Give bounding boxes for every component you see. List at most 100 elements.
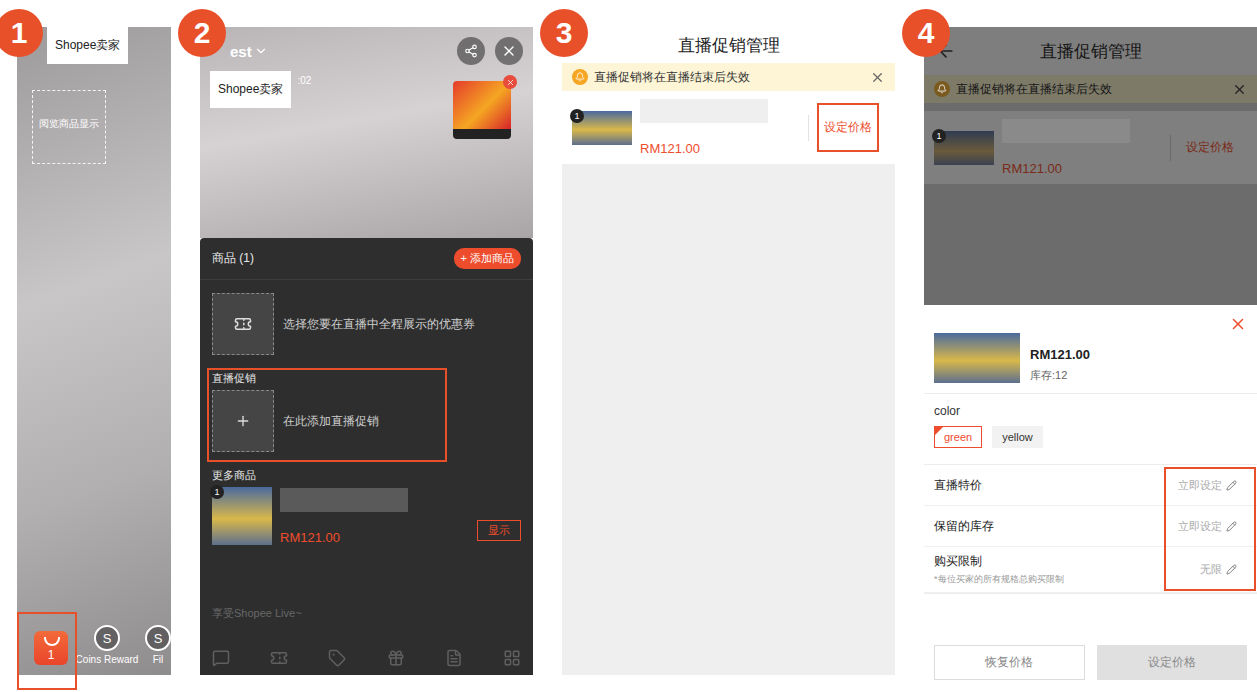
sheet-button[interactable]: 设定价格	[1097, 645, 1248, 680]
product-thumbnail: 1	[572, 111, 632, 145]
product-stock: 库存:12	[1030, 368, 1090, 383]
product-row: 1 RM121.00 显示	[200, 487, 533, 545]
step-panel: 1Shopee卖家阅览商品显示1SCoins RewardSFil	[17, 27, 171, 675]
footer-hint: 享受Shopee Live~	[212, 606, 521, 621]
brand-label: Shopee卖家	[210, 71, 291, 108]
tutorial-steps: 1Shopee卖家阅览商品显示1SCoins RewardSFil2estSho…	[0, 0, 1257, 692]
field-row[interactable]: 直播特价 立即设定	[924, 465, 1257, 506]
product-price: RM121.00	[1030, 347, 1090, 362]
set-price-link[interactable]: 设定价格	[1179, 123, 1241, 172]
option-chip[interactable]: green	[934, 426, 982, 448]
product-row: 1RM121.00设定价格	[562, 91, 895, 164]
product-index-badge: 1	[210, 485, 224, 499]
field-row[interactable]: 保留的库存立即设定	[924, 506, 1257, 547]
gift-icon[interactable]	[387, 649, 405, 667]
product-index-badge: 1	[932, 129, 946, 143]
page-header: 直播促销管理	[924, 27, 1257, 75]
share-button[interactable]	[457, 37, 485, 65]
notice-bar: 直播促销将在直播结束后失效	[924, 75, 1257, 103]
cart-button[interactable]: 1	[33, 631, 69, 665]
live-timer: :02	[297, 71, 311, 86]
bell-icon	[575, 72, 585, 82]
field-value[interactable]: 立即设定	[1178, 478, 1237, 493]
field-row[interactable]: 购买限制 *每位买家的所有规格总购买限制 无限	[924, 547, 1257, 593]
share-icon[interactable]	[464, 44, 478, 58]
tag-icon[interactable]	[328, 649, 346, 667]
close-icon[interactable]	[506, 78, 515, 87]
notice-bar: 直播促销将在直播结束后失效	[562, 63, 895, 91]
bell-icon	[937, 84, 947, 94]
tool-button[interactable]: SFil	[145, 625, 171, 665]
filter-icon[interactable]: S	[145, 625, 171, 651]
option-chip[interactable]: yellow	[992, 426, 1043, 448]
step-panel: 2estShopee卖家:02商品 (1)+ 添加商品选择您要在直播中全程展示的…	[200, 27, 533, 675]
grid-icon[interactable]	[503, 649, 521, 667]
product-price: RM121.00	[1002, 161, 1162, 176]
tool-button[interactable]: SCoins Reward	[77, 625, 137, 665]
pencil-icon[interactable]	[1226, 564, 1237, 575]
sheet-close[interactable]	[1229, 315, 1247, 333]
brand-label: Shopee卖家	[47, 27, 128, 64]
banner-close[interactable]	[503, 75, 517, 89]
field-label: 购买限制	[934, 553, 1064, 570]
step-number: 4	[902, 9, 950, 57]
field-hint: *每位买家的所有规格总购买限制	[934, 573, 1064, 586]
pencil-icon[interactable]	[1226, 521, 1237, 532]
close-icon[interactable]	[1229, 315, 1247, 333]
product-thumbnail: 1	[212, 487, 272, 545]
selected-tick-icon	[934, 426, 944, 436]
close-icon[interactable]	[870, 70, 885, 85]
coupon-slot[interactable]: 选择您要在直播中全程展示的优惠券	[200, 280, 533, 355]
page-title: 直播促销管理	[678, 34, 780, 57]
price-sheet: RM121.00库存:12colorgreenyellow直播特价立即设定保留的…	[924, 305, 1257, 692]
cart-bag-icon[interactable]: 1	[34, 631, 68, 665]
add-promo-slot[interactable]: 在此添加直播促销	[200, 390, 533, 452]
sheet-button[interactable]: 恢复价格	[934, 645, 1085, 680]
document-icon[interactable]	[445, 649, 463, 667]
product-thumbnail: 1	[934, 131, 994, 165]
product-row: 1 RM121.00 设定价格	[924, 111, 1257, 184]
step-number: 2	[178, 9, 226, 57]
highlight-frame	[207, 368, 447, 462]
section-label: 更多商品	[200, 452, 533, 487]
notice-close[interactable]	[1232, 82, 1247, 97]
plus-icon[interactable]	[235, 413, 251, 429]
highlight-frame	[17, 612, 77, 690]
product-thumbnail	[934, 333, 1020, 383]
promo-banner[interactable]	[453, 81, 511, 139]
coupon-icon[interactable]	[234, 315, 252, 333]
chat-icon[interactable]	[212, 649, 230, 667]
product-name-placeholder	[280, 488, 408, 512]
product-price: RM121.00	[280, 530, 469, 545]
close-icon[interactable]	[1232, 82, 1247, 97]
voucher-icon[interactable]	[270, 649, 288, 667]
close-button[interactable]	[495, 37, 523, 65]
step-panel: 4直播促销管理直播促销将在直播结束后失效1RM121.00设定价格RM121.0…	[924, 27, 1257, 692]
product-name-placeholder	[1002, 119, 1130, 143]
notice-text: 直播促销将在直播结束后失效	[594, 69, 864, 86]
step-panel: 3直播促销管理直播促销将在直播结束后失效1RM121.00设定价格	[562, 27, 895, 675]
coin-icon[interactable]: S	[94, 625, 120, 651]
set-price-link[interactable]: 设定价格	[817, 103, 879, 152]
promo-manager: 直播促销管理直播促销将在直播结束后失效 1RM121.00设定价格	[562, 27, 895, 675]
page-header: 直播促销管理	[562, 27, 895, 63]
products-sheet: 商品 (1) + 添加商品选择您要在直播中全程展示的优惠券直播促销在此添加直播促销…	[200, 238, 533, 675]
section-label: 直播促销	[200, 355, 533, 390]
field-label: 直播特价	[934, 477, 982, 494]
field-value[interactable]: 无限	[1200, 562, 1237, 577]
promo-manager-dimmed: 直播促销管理直播促销将在直播结束后失效 1 RM121.00 设定价格	[924, 27, 1257, 305]
show-button[interactable]: 显示	[477, 520, 521, 541]
chevron-down-icon[interactable]	[254, 44, 268, 58]
page-title: 直播促销管理	[1040, 40, 1142, 63]
product-name-placeholder	[640, 99, 768, 123]
highlight-frame	[1164, 467, 1256, 591]
live-title[interactable]: est	[230, 43, 268, 60]
pencil-icon[interactable]	[1226, 480, 1237, 491]
notice-close[interactable]	[870, 70, 885, 85]
tool-bar: 1 SCoins Reward SFil	[17, 625, 171, 675]
close-icon[interactable]	[501, 43, 517, 59]
sheet-title: 商品 (1)	[212, 250, 254, 267]
add-product-button[interactable]: + 添加商品	[454, 248, 521, 269]
field-value[interactable]: 立即设定	[1178, 519, 1237, 534]
option-label: color	[934, 404, 1247, 418]
